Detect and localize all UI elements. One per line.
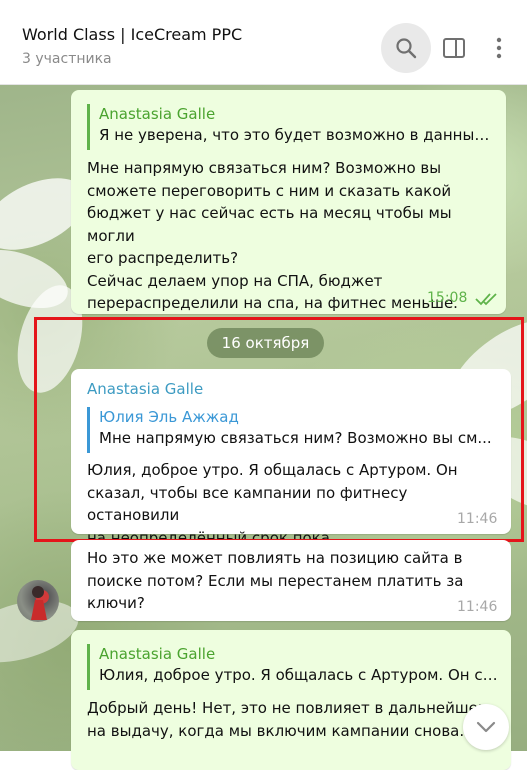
scroll-to-bottom-button[interactable] — [463, 704, 509, 750]
chat-header: World Class | IceCream PPC 3 участника — [0, 0, 527, 85]
message-text: Добрый день! Нет, это не повлияет в даль… — [87, 697, 507, 742]
message-line: Сейчас делаем упор на СПА, бюджет — [87, 271, 383, 290]
message-text: Но это же может повлиять на позицию сайт… — [87, 547, 502, 615]
reply-author: Anastasia Galle — [99, 645, 216, 663]
sender-avatar[interactable] — [17, 580, 59, 622]
chat-title[interactable]: World Class | IceCream PPC — [22, 25, 242, 44]
message-line: его распределить? — [87, 249, 239, 267]
side-panel-icon — [443, 38, 465, 58]
message-time: 15:08 — [427, 290, 468, 306]
reply-text: Я не уверена, что это будет возможно в д… — [99, 126, 499, 144]
reply-text: Юлия, доброе утро. Я общалась с Артуром.… — [99, 666, 504, 684]
search-button[interactable] — [381, 23, 431, 73]
more-vertical-icon — [496, 37, 502, 59]
side-panel-button[interactable] — [441, 35, 467, 61]
message-line: Но это же может повлиять на позицию сайт… — [87, 549, 463, 567]
reply-author: Anastasia Galle — [99, 105, 216, 123]
reply-quote[interactable]: Anastasia Galle Юлия, доброе утро. Я общ… — [87, 644, 504, 690]
message-line: ключи? — [87, 594, 145, 612]
chevron-down-icon — [476, 721, 496, 733]
double-check-icon — [475, 293, 497, 306]
more-options-button[interactable] — [486, 35, 512, 61]
reply-quote[interactable]: Anastasia Galle Я не уверена, что это бу… — [87, 104, 499, 150]
highlight-box — [34, 317, 524, 542]
message-bubble-incoming[interactable]: Но это же может повлиять на позицию сайт… — [71, 540, 511, 621]
message-line: сможете переговорить с ним и сказать как… — [87, 181, 452, 200]
message-line: на выдачу, когда мы включим кампании сно… — [87, 721, 465, 740]
message-bubble-outgoing[interactable]: Anastasia Galle Я не уверена, что это бу… — [71, 90, 506, 314]
message-bubble-outgoing[interactable]: Anastasia Galle Юлия, доброе утро. Я общ… — [71, 630, 511, 770]
search-icon — [396, 38, 417, 59]
message-line: поиске потом? Если мы перестанем платить… — [87, 571, 464, 590]
message-line: Мне напрямую связаться ним? Возможно вы — [87, 159, 442, 177]
message-line: бюджет у нас сейчас есть на месяц чтобы … — [87, 204, 452, 245]
message-time: 11:46 — [457, 599, 498, 615]
avatar-image — [31, 586, 47, 620]
participants-count[interactable]: 3 участника — [22, 51, 112, 67]
message-line: Добрый день! Нет, это не повлияет в даль… — [87, 699, 490, 717]
